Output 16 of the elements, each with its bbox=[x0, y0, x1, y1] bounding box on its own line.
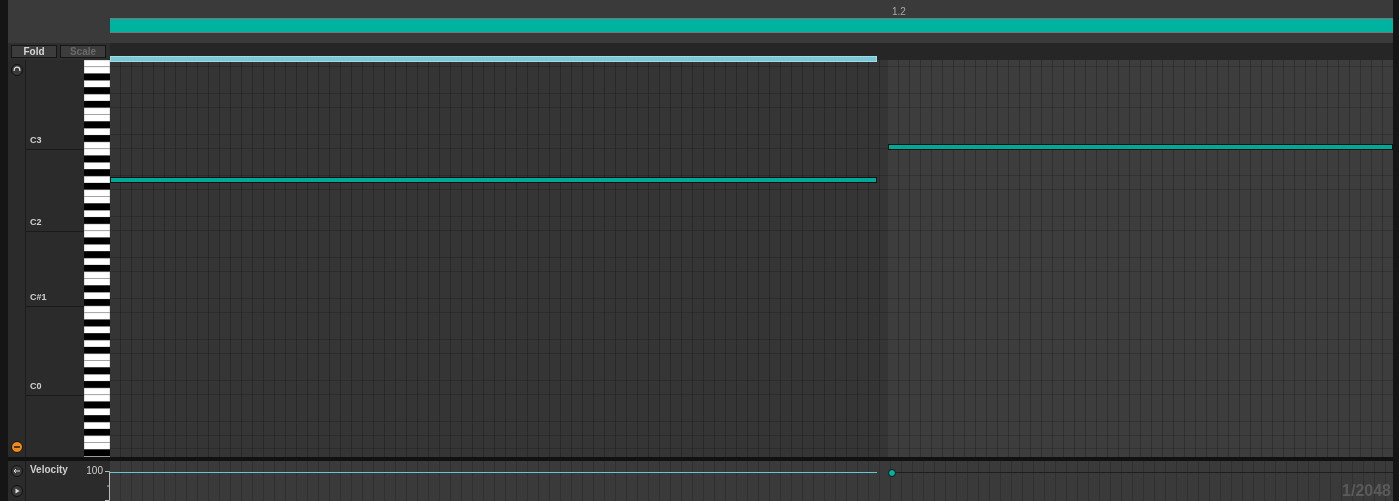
lane-label: Velocity bbox=[29, 463, 68, 477]
note-label: C3 bbox=[29, 135, 42, 147]
note-label: C2 bbox=[29, 217, 42, 229]
bar-marker: 1.2 bbox=[892, 6, 906, 17]
clip-bar[interactable] bbox=[110, 18, 1393, 33]
midi-note[interactable] bbox=[110, 177, 877, 183]
midi-note[interactable] bbox=[888, 144, 1393, 150]
arrow-left-icon[interactable] bbox=[10, 465, 23, 477]
toggle-button[interactable]: Fold bbox=[11, 45, 57, 58]
headphones-icon[interactable] bbox=[10, 64, 23, 76]
play-icon[interactable] bbox=[10, 485, 23, 497]
velocity-handle[interactable] bbox=[888, 469, 896, 477]
axis-value: 100 bbox=[86, 464, 103, 478]
timeline-ruler[interactable]: 1.2 bbox=[110, 0, 1393, 18]
note-label: C#1 bbox=[29, 292, 47, 304]
note-label: C0 bbox=[29, 381, 42, 393]
